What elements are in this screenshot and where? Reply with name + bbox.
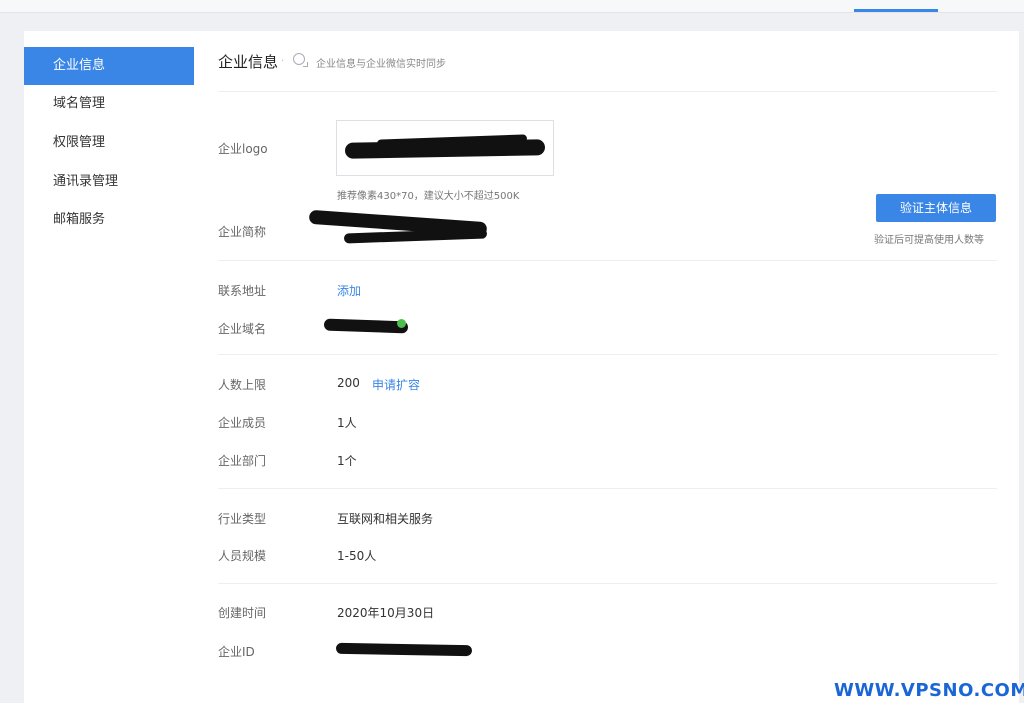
address-label: 联系地址: [218, 284, 267, 298]
sidebar-item-contacts-management[interactable]: 通讯录管理: [24, 163, 194, 201]
logo-hint: 推荐像素430*70，建议大小不超过500K: [337, 191, 520, 202]
created-label: 创建时间: [218, 606, 267, 620]
top-bar: [0, 0, 1024, 13]
redaction-mark: [344, 139, 546, 159]
verified-dot-icon: [397, 319, 406, 328]
page-title: 企业信息: [218, 53, 279, 71]
divider: [218, 260, 997, 261]
redaction-mark: [343, 228, 488, 244]
members-value: 1人: [337, 416, 357, 430]
sidebar-item-company-info[interactable]: 企业信息: [24, 47, 194, 85]
divider: [218, 488, 997, 489]
title-separator: ·: [281, 56, 285, 67]
member-limit-value: 200: [337, 376, 360, 390]
scale-label: 人员规模: [218, 549, 267, 563]
main-content: 企业信息 · 企业信息与企业微信实时同步 企业logo 推荐像素430*70，建…: [194, 31, 1019, 703]
redaction-mark: [335, 642, 473, 657]
sidebar-item-domain-management[interactable]: 域名管理: [24, 85, 194, 123]
member-limit-label: 人数上限: [218, 378, 267, 392]
sync-icon: [293, 53, 308, 67]
redaction-mark: [323, 318, 409, 334]
apply-expansion-link[interactable]: 申请扩容: [372, 376, 420, 393]
departments-label: 企业部门: [218, 454, 267, 468]
domain-label: 企业域名: [218, 322, 267, 336]
page-subtitle: 企业信息与企业微信实时同步: [316, 59, 446, 70]
watermark: WWW.VPSNO.COM: [834, 680, 1024, 701]
verify-entity-button[interactable]: 验证主体信息: [876, 194, 996, 222]
divider: [218, 91, 997, 92]
short-name-label: 企业简称: [218, 225, 267, 239]
logo-label: 企业logo: [218, 142, 268, 156]
created-value: 2020年10月30日: [337, 606, 435, 620]
sidebar: 企业信息 域名管理 权限管理 通讯录管理 邮箱服务: [24, 31, 194, 703]
add-address-link[interactable]: 添加: [337, 282, 361, 299]
scale-value: 1-50人: [337, 549, 377, 563]
logo-upload[interactable]: [336, 120, 554, 176]
departments-value: 1个: [337, 454, 357, 468]
sidebar-item-mail-service[interactable]: 邮箱服务: [24, 201, 194, 239]
divider: [218, 583, 997, 584]
industry-value: 互联网和相关服务: [337, 512, 434, 526]
members-label: 企业成员: [218, 416, 267, 430]
industry-label: 行业类型: [218, 512, 267, 526]
divider: [218, 354, 997, 355]
verify-hint: 验证后可提高使用人数等: [874, 235, 984, 246]
active-tab-indicator: [854, 9, 938, 12]
sidebar-item-permission-management[interactable]: 权限管理: [24, 124, 194, 162]
corp-id-label: 企业ID: [218, 645, 255, 659]
